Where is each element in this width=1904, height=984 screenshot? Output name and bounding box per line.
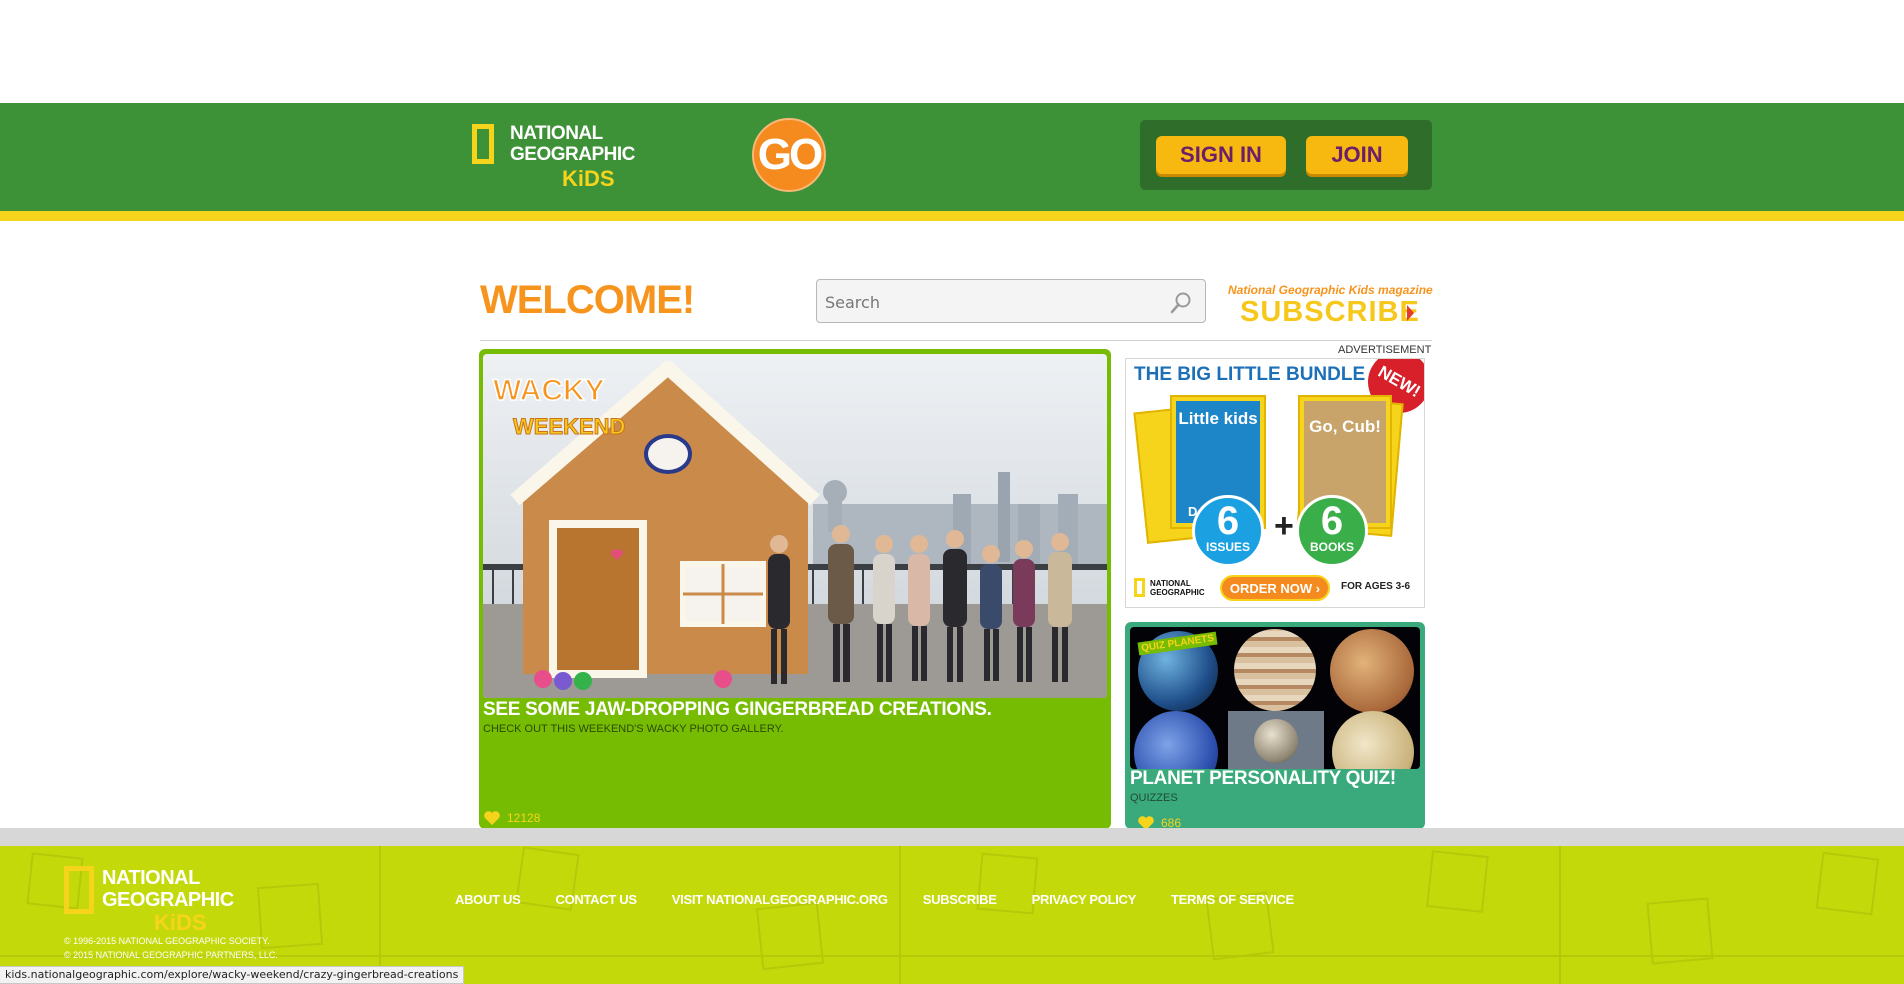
saturn-image <box>1228 711 1324 769</box>
search-input[interactable] <box>823 288 1167 316</box>
footer-link-subscribe[interactable]: SUBSCRIBE <box>923 892 997 907</box>
plus-sign: + <box>1274 507 1294 545</box>
footer-link-visit-natgeo[interactable]: VISIT NATIONALGEOGRAPHIC.ORG <box>672 892 888 907</box>
mars-image <box>1330 629 1414 713</box>
footer: NATIONAL GEOGRAPHIC KiDS © 1996-2015 NAT… <box>0 846 1904 984</box>
logo-line-3: KiDS <box>562 166 615 191</box>
copyright-line-1: © 1996-2015 NATIONAL GEOGRAPHIC SOCIETY. <box>64 936 270 946</box>
ad-logo-line-1: NATIONAL <box>1150 579 1191 588</box>
ad-banner[interactable]: THE BIG LITTLE BUNDLE NEW! Little kids D… <box>1125 358 1425 608</box>
footer-logo-line-1: NATIONAL <box>102 867 200 889</box>
feature-likes[interactable]: 12128 <box>483 810 540 826</box>
footer-logo-line-2: GEOGRAPHIC <box>102 889 234 911</box>
book-title: Go, Cub! <box>1309 417 1381 436</box>
magazine-title: Little kids <box>1178 409 1258 428</box>
footer-link-contact-us[interactable]: CONTACT US <box>556 892 638 907</box>
quiz-category[interactable]: QUIZZES <box>1130 792 1178 804</box>
auth-box: SIGN IN JOIN <box>1140 120 1432 190</box>
heart-icon <box>484 811 500 825</box>
ad-title: THE BIG LITTLE BUNDLE <box>1134 364 1366 385</box>
join-button[interactable]: JOIN <box>1306 136 1408 174</box>
footer-link-about-us[interactable]: ABOUT US <box>455 892 521 907</box>
natgeo-kids-logo[interactable]: NATIONAL GEOGRAPHIC KiDS <box>472 123 637 191</box>
footer-link-terms-of-service[interactable]: TERMS OF SERVICE <box>1171 892 1294 907</box>
footer-pattern <box>0 846 1904 984</box>
ages-label: FOR AGES 3-6 <box>1341 581 1411 592</box>
books-count: 6 <box>1320 499 1344 543</box>
wacky-weekend-badge: WACKY WEEKEND <box>492 373 626 439</box>
yellow-border-icon <box>472 124 494 164</box>
footer-divider <box>0 828 1904 846</box>
subscribe-link[interactable]: SUBSCRIBE <box>1240 296 1420 329</box>
issues-label: ISSUES <box>1205 540 1250 554</box>
yellow-border-icon <box>64 866 94 914</box>
books-label: BOOKS <box>1309 540 1354 554</box>
header-bar <box>0 103 1904 211</box>
badge-top: WACKY <box>493 374 605 407</box>
page-title: WELCOME! <box>480 278 695 322</box>
order-now-button[interactable]: ORDER NOW › <box>1220 575 1330 601</box>
footer-nav: ABOUT US CONTACT US VISIT NATIONALGEOGRA… <box>455 892 1329 907</box>
issues-count: 6 <box>1216 499 1240 543</box>
advertisement-label: ADVERTISEMENT <box>1338 344 1432 356</box>
ad-natgeo-logo: NATIONAL GEOGRAPHIC <box>1134 577 1212 599</box>
subscribe-tagline[interactable]: National Geographic Kids magazine <box>1228 283 1433 297</box>
badge-bottom: WEEKEND <box>513 414 625 439</box>
order-now-label: ORDER NOW <box>1229 580 1313 596</box>
feature-photo[interactable]: WACKY WEEKEND <box>483 354 1107 698</box>
search-box <box>816 279 1206 323</box>
footer-link-privacy-policy[interactable]: PRIVACY POLICY <box>1032 892 1137 907</box>
footer-logo-line-3: KiDS <box>154 910 207 935</box>
feature-card[interactable]: WACKY WEEKEND SEE SOME JAW-DROPPING GING… <box>479 349 1111 829</box>
search-icon[interactable] <box>1169 291 1193 315</box>
copyright-line-2: © 2015 NATIONAL GEOGRAPHIC PARTNERS, LLC… <box>64 950 278 960</box>
divider <box>480 340 1432 341</box>
neptune-image <box>1134 711 1218 769</box>
quiz-card[interactable]: QUIZ PLANETS PLANET PERSONALITY QUIZ! QU… <box>1125 622 1425 830</box>
quiz-title[interactable]: PLANET PERSONALITY QUIZ! <box>1130 768 1396 790</box>
venus-image <box>1332 711 1414 769</box>
yellow-border-icon <box>1134 578 1145 597</box>
arrow-right-icon <box>1407 305 1414 321</box>
header-stripe <box>0 211 1904 221</box>
planets-image[interactable]: QUIZ PLANETS <box>1130 627 1420 769</box>
books-circle: 6 BOOKS <box>1296 495 1368 567</box>
logo-line-2: GEOGRAPHIC <box>510 144 635 165</box>
ad-logo-line-2: GEOGRAPHIC <box>1150 588 1205 597</box>
feature-like-count: 12128 <box>507 811 541 825</box>
issues-circle: 6 ISSUES <box>1192 495 1264 567</box>
go-button[interactable]: GO <box>752 118 826 192</box>
sign-in-button[interactable]: SIGN IN <box>1156 136 1286 174</box>
feature-subtitle: CHECK OUT THIS WEEKEND'S WACKY PHOTO GAL… <box>483 723 784 735</box>
status-bar-url: kids.nationalgeographic.com/explore/wack… <box>0 966 465 984</box>
footer-logo[interactable]: NATIONAL GEOGRAPHIC KiDS <box>64 866 234 936</box>
feature-title[interactable]: SEE SOME JAW-DROPPING GINGERBREAD CREATI… <box>483 699 992 721</box>
jupiter-image <box>1234 629 1316 711</box>
logo-line-1: NATIONAL <box>510 123 603 144</box>
